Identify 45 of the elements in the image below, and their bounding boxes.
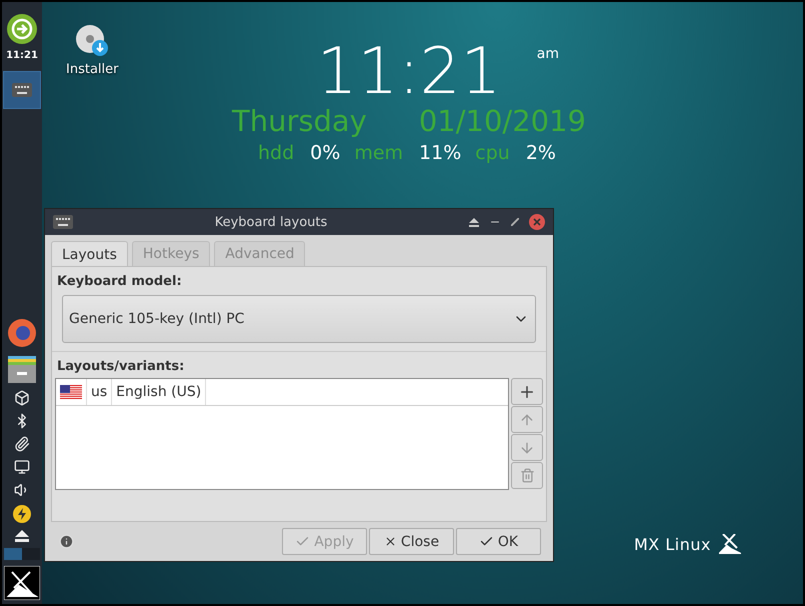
add-button[interactable] [511,378,543,405]
desktop-icon-label[interactable]: Installer [66,62,118,77]
layout-name: English (US) [112,379,206,405]
logo-text: MX Linux [634,534,711,554]
close-icon[interactable] [529,214,545,230]
window-title: Keyboard layouts [214,214,328,230]
eject-icon[interactable] [469,218,479,226]
keyboard-icon [53,215,73,229]
flag-icon [60,384,82,400]
conky-meridiem: am [536,46,559,62]
monitor-icon[interactable] [14,459,30,475]
x-logo-icon[interactable] [4,566,40,600]
stat-label: cpu [475,142,510,164]
section-label: Layouts/variants: [56,358,186,376]
stat-value: 11% [419,142,462,164]
close-button[interactable]: Close [369,528,454,555]
eject-icon[interactable] [15,530,29,542]
lightning-icon[interactable] [13,505,31,523]
keyboard-model-dropdown[interactable]: Generic 105-key (Intl) PC [62,295,536,343]
keyboard-icon [12,83,32,97]
layout-code: us [87,379,112,405]
paperclip-icon[interactable] [14,436,30,452]
up-arrow-icon [519,412,535,428]
conky-date: 01/10/2019 [418,104,586,138]
tab[interactable]: Layouts [51,241,128,267]
trash-icon [520,468,534,483]
stat-value: 2% [526,142,556,164]
stat-label: mem [354,142,404,164]
conky-time: 11:21 [316,40,502,104]
conky-day: Thursday [232,104,367,138]
close-icon [384,535,397,548]
down-arrow-icon [519,440,535,456]
stat-value: 0% [310,142,340,164]
ok-button[interactable]: OK [456,528,541,555]
keyboard-task-button[interactable] [3,71,41,109]
section-label: Keyboard model: [56,273,183,291]
file-cabinet-icon[interactable] [7,354,37,384]
arrow-circle-icon[interactable] [7,14,37,44]
x-logo-icon [718,534,741,554]
disc-download-icon[interactable] [75,24,110,58]
stat-label: hdd [258,142,294,164]
panel-clock[interactable]: 11:21 [6,50,38,61]
info-icon[interactable] [59,534,74,549]
layout-row[interactable]: us English (US) [56,379,508,406]
box-icon[interactable] [14,390,30,406]
